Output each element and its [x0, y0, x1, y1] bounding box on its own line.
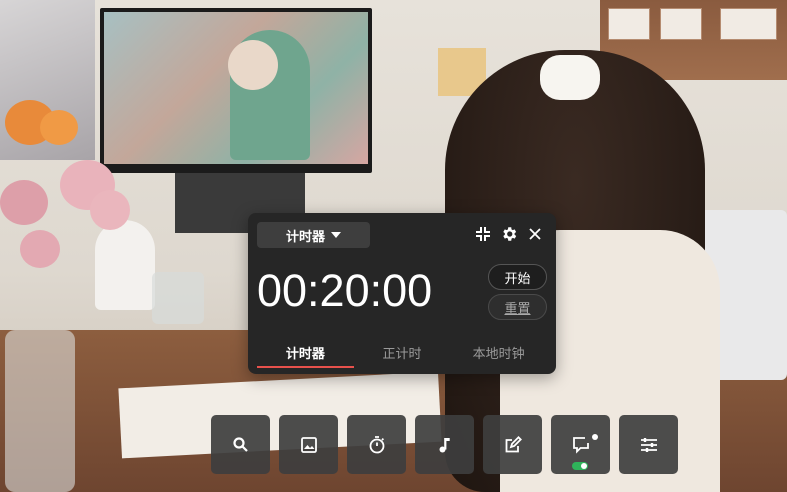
- sliders-icon: [640, 437, 657, 452]
- image-icon: [300, 436, 317, 453]
- tab-timer[interactable]: 计时器: [257, 339, 354, 368]
- close-icon[interactable]: [526, 225, 544, 243]
- hair-bow: [540, 55, 600, 100]
- timer-display: 00:20:00: [257, 265, 433, 316]
- reset-button[interactable]: 重置: [488, 294, 547, 320]
- search-button[interactable]: [211, 415, 270, 474]
- music-note-icon: [439, 437, 450, 452]
- search-icon: [232, 436, 248, 452]
- bottom-toolbar: [211, 415, 678, 474]
- timer-mode-label: 计时器: [285, 229, 325, 245]
- chat-button[interactable]: [551, 415, 610, 474]
- shrink-icon[interactable]: [474, 225, 492, 243]
- timer-panel: 计时器 00:20:00 开始 重置 计时器 正计时 本地时钟: [248, 213, 556, 374]
- chat-bubble-icon: [572, 436, 589, 454]
- gear-icon[interactable]: [500, 225, 518, 243]
- image-button[interactable]: [279, 415, 338, 474]
- monitor-figure-head: [228, 40, 278, 90]
- caret-down-icon: [331, 232, 341, 238]
- edit-button[interactable]: [483, 415, 542, 474]
- chat-toggle[interactable]: [572, 462, 588, 470]
- glass-mug: [152, 272, 204, 324]
- timer-header-icons: [474, 225, 544, 243]
- tab-stopwatch[interactable]: 正计时: [354, 339, 451, 367]
- timer-tabs: 计时器 正计时 本地时钟: [257, 339, 547, 368]
- stopwatch-button[interactable]: [347, 415, 406, 474]
- vase: [5, 330, 75, 492]
- music-button[interactable]: [415, 415, 474, 474]
- notification-dot: [592, 434, 598, 440]
- settings-sliders-button[interactable]: [619, 415, 678, 474]
- edit-icon: [505, 435, 522, 452]
- timer-mode-dropdown[interactable]: 计时器: [257, 222, 370, 248]
- stopwatch-icon: [369, 435, 384, 453]
- tab-local-clock[interactable]: 本地时钟: [450, 339, 547, 367]
- start-button[interactable]: 开始: [488, 264, 547, 290]
- flowers: [0, 90, 140, 290]
